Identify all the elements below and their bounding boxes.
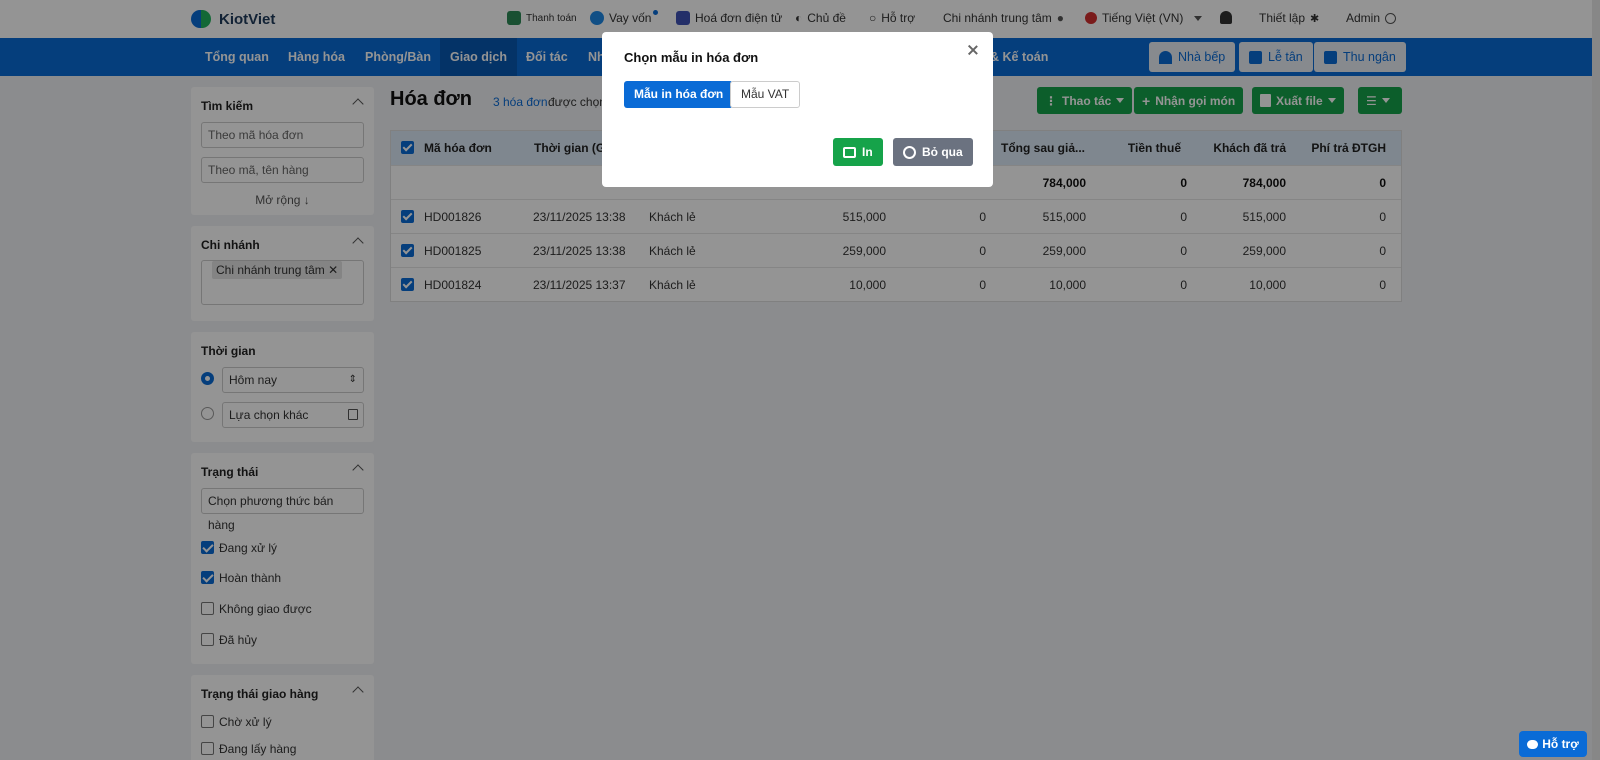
close-icon[interactable] bbox=[967, 44, 979, 56]
floating-help-button[interactable]: Hỗ trợ bbox=[1519, 731, 1587, 757]
print-button[interactable]: In bbox=[833, 138, 883, 166]
skip-button[interactable]: Bỏ qua bbox=[893, 138, 973, 166]
ban-icon bbox=[903, 145, 916, 159]
chat-bubble-icon bbox=[1527, 739, 1539, 749]
vat-template-button[interactable]: Mẫu VAT bbox=[730, 81, 801, 108]
print-template-dialog: Chọn mẫu in hóa đơn Mẫu in hóa đơn Mẫu V… bbox=[602, 32, 993, 187]
invoice-template-button[interactable]: Mẫu in hóa đơn bbox=[624, 81, 734, 108]
dialog-title: Chọn mẫu in hóa đơn bbox=[624, 50, 759, 65]
printer-icon bbox=[843, 146, 856, 158]
